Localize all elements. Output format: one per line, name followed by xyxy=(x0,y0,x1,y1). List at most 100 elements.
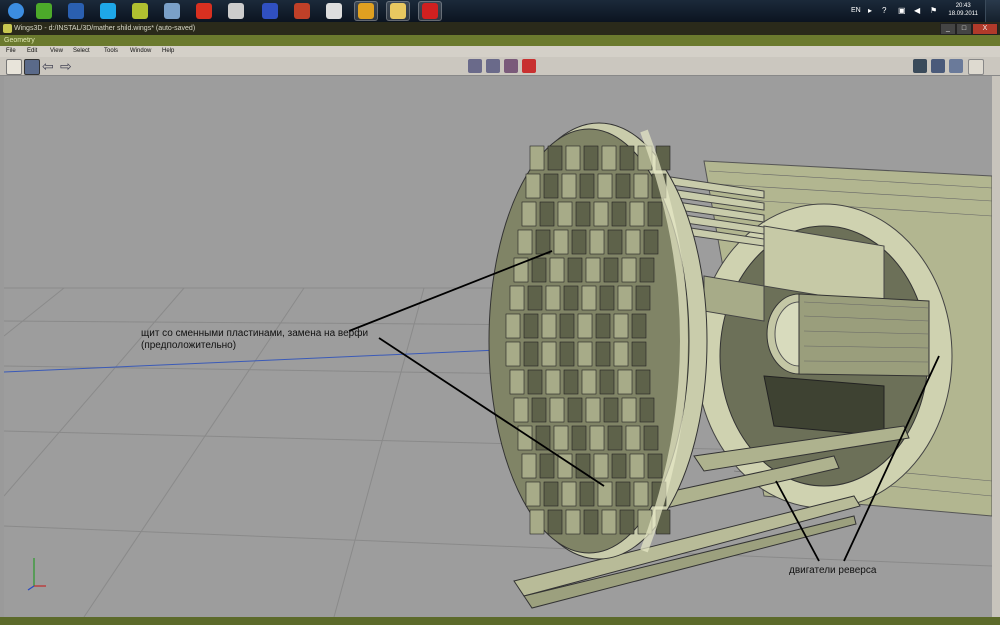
show-desktop-button[interactable] xyxy=(985,0,1000,22)
shield-plate xyxy=(633,173,649,199)
tray-network-icon[interactable]: ▣ xyxy=(898,0,906,22)
save-icon[interactable] xyxy=(24,59,40,75)
undo-arrow-icon[interactable]: ⇦ xyxy=(42,59,56,73)
shield-plate xyxy=(557,201,573,227)
shield-plate xyxy=(581,285,597,311)
shield-plate xyxy=(525,173,541,199)
taskbar-folder-button[interactable] xyxy=(386,1,410,21)
shield-plate xyxy=(541,313,557,339)
shield-plate xyxy=(571,229,587,255)
shield-plate xyxy=(619,145,635,171)
new-file-icon[interactable] xyxy=(6,59,22,75)
taskbar-floppy-button[interactable] xyxy=(258,1,282,21)
menu-file[interactable]: File xyxy=(6,46,16,57)
tray-flag-icon[interactable]: ⚑ xyxy=(930,0,937,22)
menu-tools[interactable]: Tools xyxy=(104,46,118,57)
shield-plate xyxy=(529,509,545,535)
window-titlebar[interactable]: Wings3D - d:/INSTAL/3D/mather shild.wing… xyxy=(0,22,1000,35)
taskbar-phone-button[interactable] xyxy=(224,1,248,21)
taskbar-rocket-button[interactable] xyxy=(192,1,216,21)
taskbar-archive-button[interactable] xyxy=(128,1,152,21)
shield-plate xyxy=(621,397,637,423)
menu-help[interactable]: Help xyxy=(162,46,174,57)
shield-plate xyxy=(647,453,663,479)
shield-plate xyxy=(643,425,659,451)
shield-plate xyxy=(599,369,615,395)
shield-plate xyxy=(521,453,537,479)
menu-bar: File Edit View Select Tools Window Help xyxy=(0,46,1000,57)
tray-volume-icon[interactable]: ◀ xyxy=(914,0,920,22)
tray-help-icon[interactable]: ? xyxy=(882,0,886,22)
ortho-cube-icon[interactable] xyxy=(949,59,963,73)
viewport-scrollbar[interactable] xyxy=(992,76,1000,617)
geometry-label: Geometry xyxy=(4,37,35,44)
shield-plate xyxy=(527,285,543,311)
taskbar-google-earth-button[interactable] xyxy=(64,1,88,21)
rocket-icon xyxy=(196,3,212,19)
shield-plate xyxy=(531,397,547,423)
minimize-button[interactable]: _ xyxy=(940,23,956,35)
shield-plate xyxy=(505,313,521,339)
axis-toggle-icon[interactable] xyxy=(968,59,984,75)
shield-plate xyxy=(559,341,575,367)
shield-plate xyxy=(579,481,595,507)
shield-plate xyxy=(531,257,547,283)
shield-plate xyxy=(517,229,533,255)
perspective-cube-icon[interactable] xyxy=(931,59,945,73)
close-button[interactable]: X xyxy=(972,23,998,35)
shield-plate xyxy=(611,201,627,227)
taskbar-alien-button[interactable] xyxy=(322,1,346,21)
shield-plate xyxy=(597,481,613,507)
shield-plate xyxy=(625,229,641,255)
system-clock[interactable]: 20:43 18.09.2011 xyxy=(948,2,978,18)
tray-arrow-icon[interactable]: ▸ xyxy=(868,0,872,22)
shield-plate xyxy=(513,397,529,423)
3d-viewport[interactable]: щит со сменными пластинами, замена на ве… xyxy=(4,76,992,617)
window-layout-icon[interactable] xyxy=(913,59,927,73)
shield-plate xyxy=(607,229,623,255)
menu-edit[interactable]: Edit xyxy=(27,46,37,57)
taskbar-chrome-button[interactable] xyxy=(354,1,378,21)
shield-plate xyxy=(549,257,565,283)
shield-plate xyxy=(643,229,659,255)
taskbar-start-orb-button[interactable] xyxy=(4,1,28,21)
shield-plate xyxy=(571,425,587,451)
edge-select-icon[interactable] xyxy=(486,59,500,73)
redo-arrow-icon[interactable]: ⇨ xyxy=(60,59,74,73)
shield-plate xyxy=(603,257,619,283)
geometry-window-title[interactable]: Geometry xyxy=(0,35,1000,46)
shield-plate xyxy=(567,397,583,423)
vertex-select-icon[interactable] xyxy=(468,59,482,73)
body-select-icon[interactable] xyxy=(522,59,536,73)
status-bar xyxy=(0,617,1000,625)
menu-select[interactable]: Select xyxy=(73,46,90,57)
taskbar-skype-button[interactable] xyxy=(96,1,120,21)
taskbar-wings3d-button[interactable] xyxy=(418,1,442,21)
shield-plate xyxy=(635,285,651,311)
language-indicator[interactable]: EN xyxy=(851,0,861,22)
wings3d-icon xyxy=(422,3,438,19)
shield-plate xyxy=(523,313,539,339)
shield-plate xyxy=(583,145,599,171)
shield-plate xyxy=(563,285,579,311)
shield-plate xyxy=(577,313,593,339)
taskbar-game-button[interactable] xyxy=(290,1,314,21)
shield-plate xyxy=(547,145,563,171)
shield-plate xyxy=(593,201,609,227)
shield-plate xyxy=(629,453,645,479)
menu-window[interactable]: Window xyxy=(130,46,151,57)
utorrent-icon xyxy=(36,3,52,19)
google-earth-icon xyxy=(68,3,84,19)
shield-plate xyxy=(547,509,563,535)
maximize-button[interactable]: □ xyxy=(956,23,972,35)
taskbar-control-panel-button[interactable] xyxy=(160,1,184,21)
taskbar-utorrent-button[interactable] xyxy=(32,1,56,21)
shield-plate xyxy=(629,201,645,227)
shield-plate xyxy=(615,173,631,199)
menu-view[interactable]: View xyxy=(50,46,63,57)
shield-plate xyxy=(553,425,569,451)
shield-plate xyxy=(521,201,537,227)
engines-annotation: двигатели реверса xyxy=(789,565,877,576)
face-select-icon[interactable] xyxy=(504,59,518,73)
shield-plate xyxy=(575,201,591,227)
